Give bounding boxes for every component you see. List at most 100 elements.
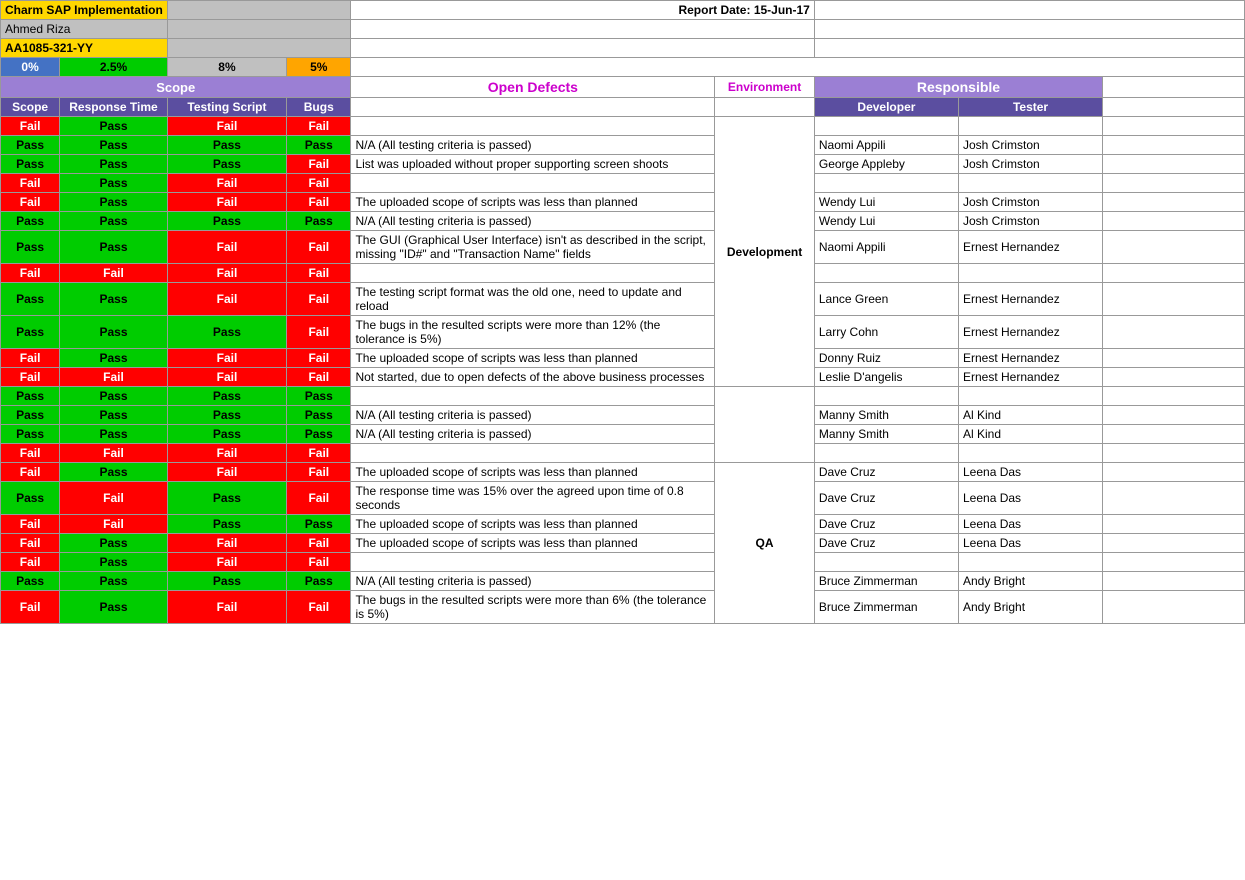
scope-cell: Fail <box>1 174 60 193</box>
defect-cell <box>351 117 715 136</box>
developer-cell: George Appleby <box>814 155 958 174</box>
table-row: PassPassPassPassN/A (All testing criteri… <box>1 406 1245 425</box>
extra-cell <box>1103 283 1245 316</box>
response-cell: Fail <box>60 264 168 283</box>
extra-cell <box>1103 155 1245 174</box>
response-cell: Pass <box>60 463 168 482</box>
developer-cell <box>814 174 958 193</box>
response-cell: Pass <box>60 136 168 155</box>
scope-cell: Fail <box>1 534 60 553</box>
bugs-cell: Pass <box>287 515 351 534</box>
developer-cell: Naomi Appili <box>814 231 958 264</box>
scope-cell: Fail <box>1 193 60 212</box>
response-cell: Pass <box>60 155 168 174</box>
table-row: PassPassPassPassN/A (All testing criteri… <box>1 212 1245 231</box>
developer-cell: Wendy Lui <box>814 212 958 231</box>
response-cell: Pass <box>60 212 168 231</box>
defect-cell <box>351 264 715 283</box>
person-cell: Ahmed Riza <box>1 20 168 39</box>
extra-cell <box>1103 463 1245 482</box>
developer-cell: Bruce Zimmerman <box>814 572 958 591</box>
table-row: PassPassPassPassN/A (All testing criteri… <box>1 572 1245 591</box>
response-cell: Pass <box>60 231 168 264</box>
open-defects-header: Open Defects <box>351 77 715 98</box>
script-cell: Fail <box>167 193 286 212</box>
extra-cell <box>1103 444 1245 463</box>
tester-cell: Al Kind <box>959 425 1103 444</box>
tester-cell <box>959 264 1103 283</box>
defect-cell <box>351 444 715 463</box>
pct1-cell: 0% <box>1 58 60 77</box>
table-row: PassPassPassFailList was uploaded withou… <box>1 155 1245 174</box>
extra-cell <box>1103 515 1245 534</box>
blank5-cell <box>167 39 351 58</box>
scope-cell: Fail <box>1 515 60 534</box>
scope-cell: Pass <box>1 406 60 425</box>
defect-cell: The uploaded scope of scripts was less t… <box>351 463 715 482</box>
bugs-cell: Fail <box>287 349 351 368</box>
response-cell: Pass <box>60 174 168 193</box>
project-cell: Charm SAP Implementation <box>1 1 168 20</box>
table-row: PassPassPassPassN/A (All testing criteri… <box>1 425 1245 444</box>
table-row: FailPassFailFailThe uploaded scope of sc… <box>1 193 1245 212</box>
bugs-cell: Pass <box>287 406 351 425</box>
extra-cell <box>1103 482 1245 515</box>
table-row: FailPassFailFail <box>1 553 1245 572</box>
developer-cell: Manny Smith <box>814 425 958 444</box>
table-row: FailPassFailFailThe uploaded scope of sc… <box>1 534 1245 553</box>
scope-cell: Fail <box>1 117 60 136</box>
tester-cell: Ernest Hernandez <box>959 231 1103 264</box>
script-cell: Pass <box>167 387 286 406</box>
table-row: FailFailFailFail <box>1 264 1245 283</box>
defect-cell: N/A (All testing criteria is passed) <box>351 572 715 591</box>
script-cell: Fail <box>167 463 286 482</box>
script-cell: Fail <box>167 264 286 283</box>
developer-cell <box>814 387 958 406</box>
response-cell: Fail <box>60 482 168 515</box>
extra-cell <box>1103 231 1245 264</box>
tester-col-header: Tester <box>959 98 1103 117</box>
bugs-cell: Fail <box>287 193 351 212</box>
table-row: FailPassFailFailThe uploaded scope of sc… <box>1 349 1245 368</box>
blank3-cell <box>351 20 814 39</box>
tester-cell <box>959 117 1103 136</box>
bugs-cell: Fail <box>287 368 351 387</box>
scope-cell: Fail <box>1 368 60 387</box>
script-cell: Pass <box>167 515 286 534</box>
developer-cell: Larry Cohn <box>814 316 958 349</box>
script-cell: Fail <box>167 283 286 316</box>
developer-cell: Leslie D'angelis <box>814 368 958 387</box>
response-cell: Pass <box>60 316 168 349</box>
defect-cell: The bugs in the resulted scripts were mo… <box>351 316 715 349</box>
response-cell: Pass <box>60 572 168 591</box>
blank9-cell <box>1103 77 1245 98</box>
responsible-header: Responsible <box>814 77 1102 98</box>
script-cell: Fail <box>167 534 286 553</box>
script-cell: Pass <box>167 136 286 155</box>
tester-cell: Andy Bright <box>959 591 1103 624</box>
extra-cell <box>1103 368 1245 387</box>
response-cell: Fail <box>60 515 168 534</box>
script-col-header: Testing Script <box>167 98 286 117</box>
scope-cell: Pass <box>1 231 60 264</box>
defect-cell: List was uploaded without proper support… <box>351 155 715 174</box>
tester-cell: Ernest Hernandez <box>959 349 1103 368</box>
blank7-cell <box>814 39 1244 58</box>
response-cell: Pass <box>60 193 168 212</box>
developer-cell: Dave Cruz <box>814 463 958 482</box>
env-col-blank <box>715 98 815 117</box>
id-cell: AA1085-321-YY <box>1 39 168 58</box>
script-cell: Pass <box>167 482 286 515</box>
bugs-cell: Fail <box>287 534 351 553</box>
table-row: FailPassFailFail <box>1 174 1245 193</box>
defect-cell: The testing script format was the old on… <box>351 283 715 316</box>
bugs-cell: Fail <box>287 316 351 349</box>
developer-cell <box>814 553 958 572</box>
response-cell: Pass <box>60 387 168 406</box>
bugs-cell: Pass <box>287 136 351 155</box>
extra-cell <box>1103 553 1245 572</box>
extra-cell <box>1103 174 1245 193</box>
developer-cell: Dave Cruz <box>814 515 958 534</box>
scope-cell: Fail <box>1 553 60 572</box>
developer-cell: Dave Cruz <box>814 534 958 553</box>
